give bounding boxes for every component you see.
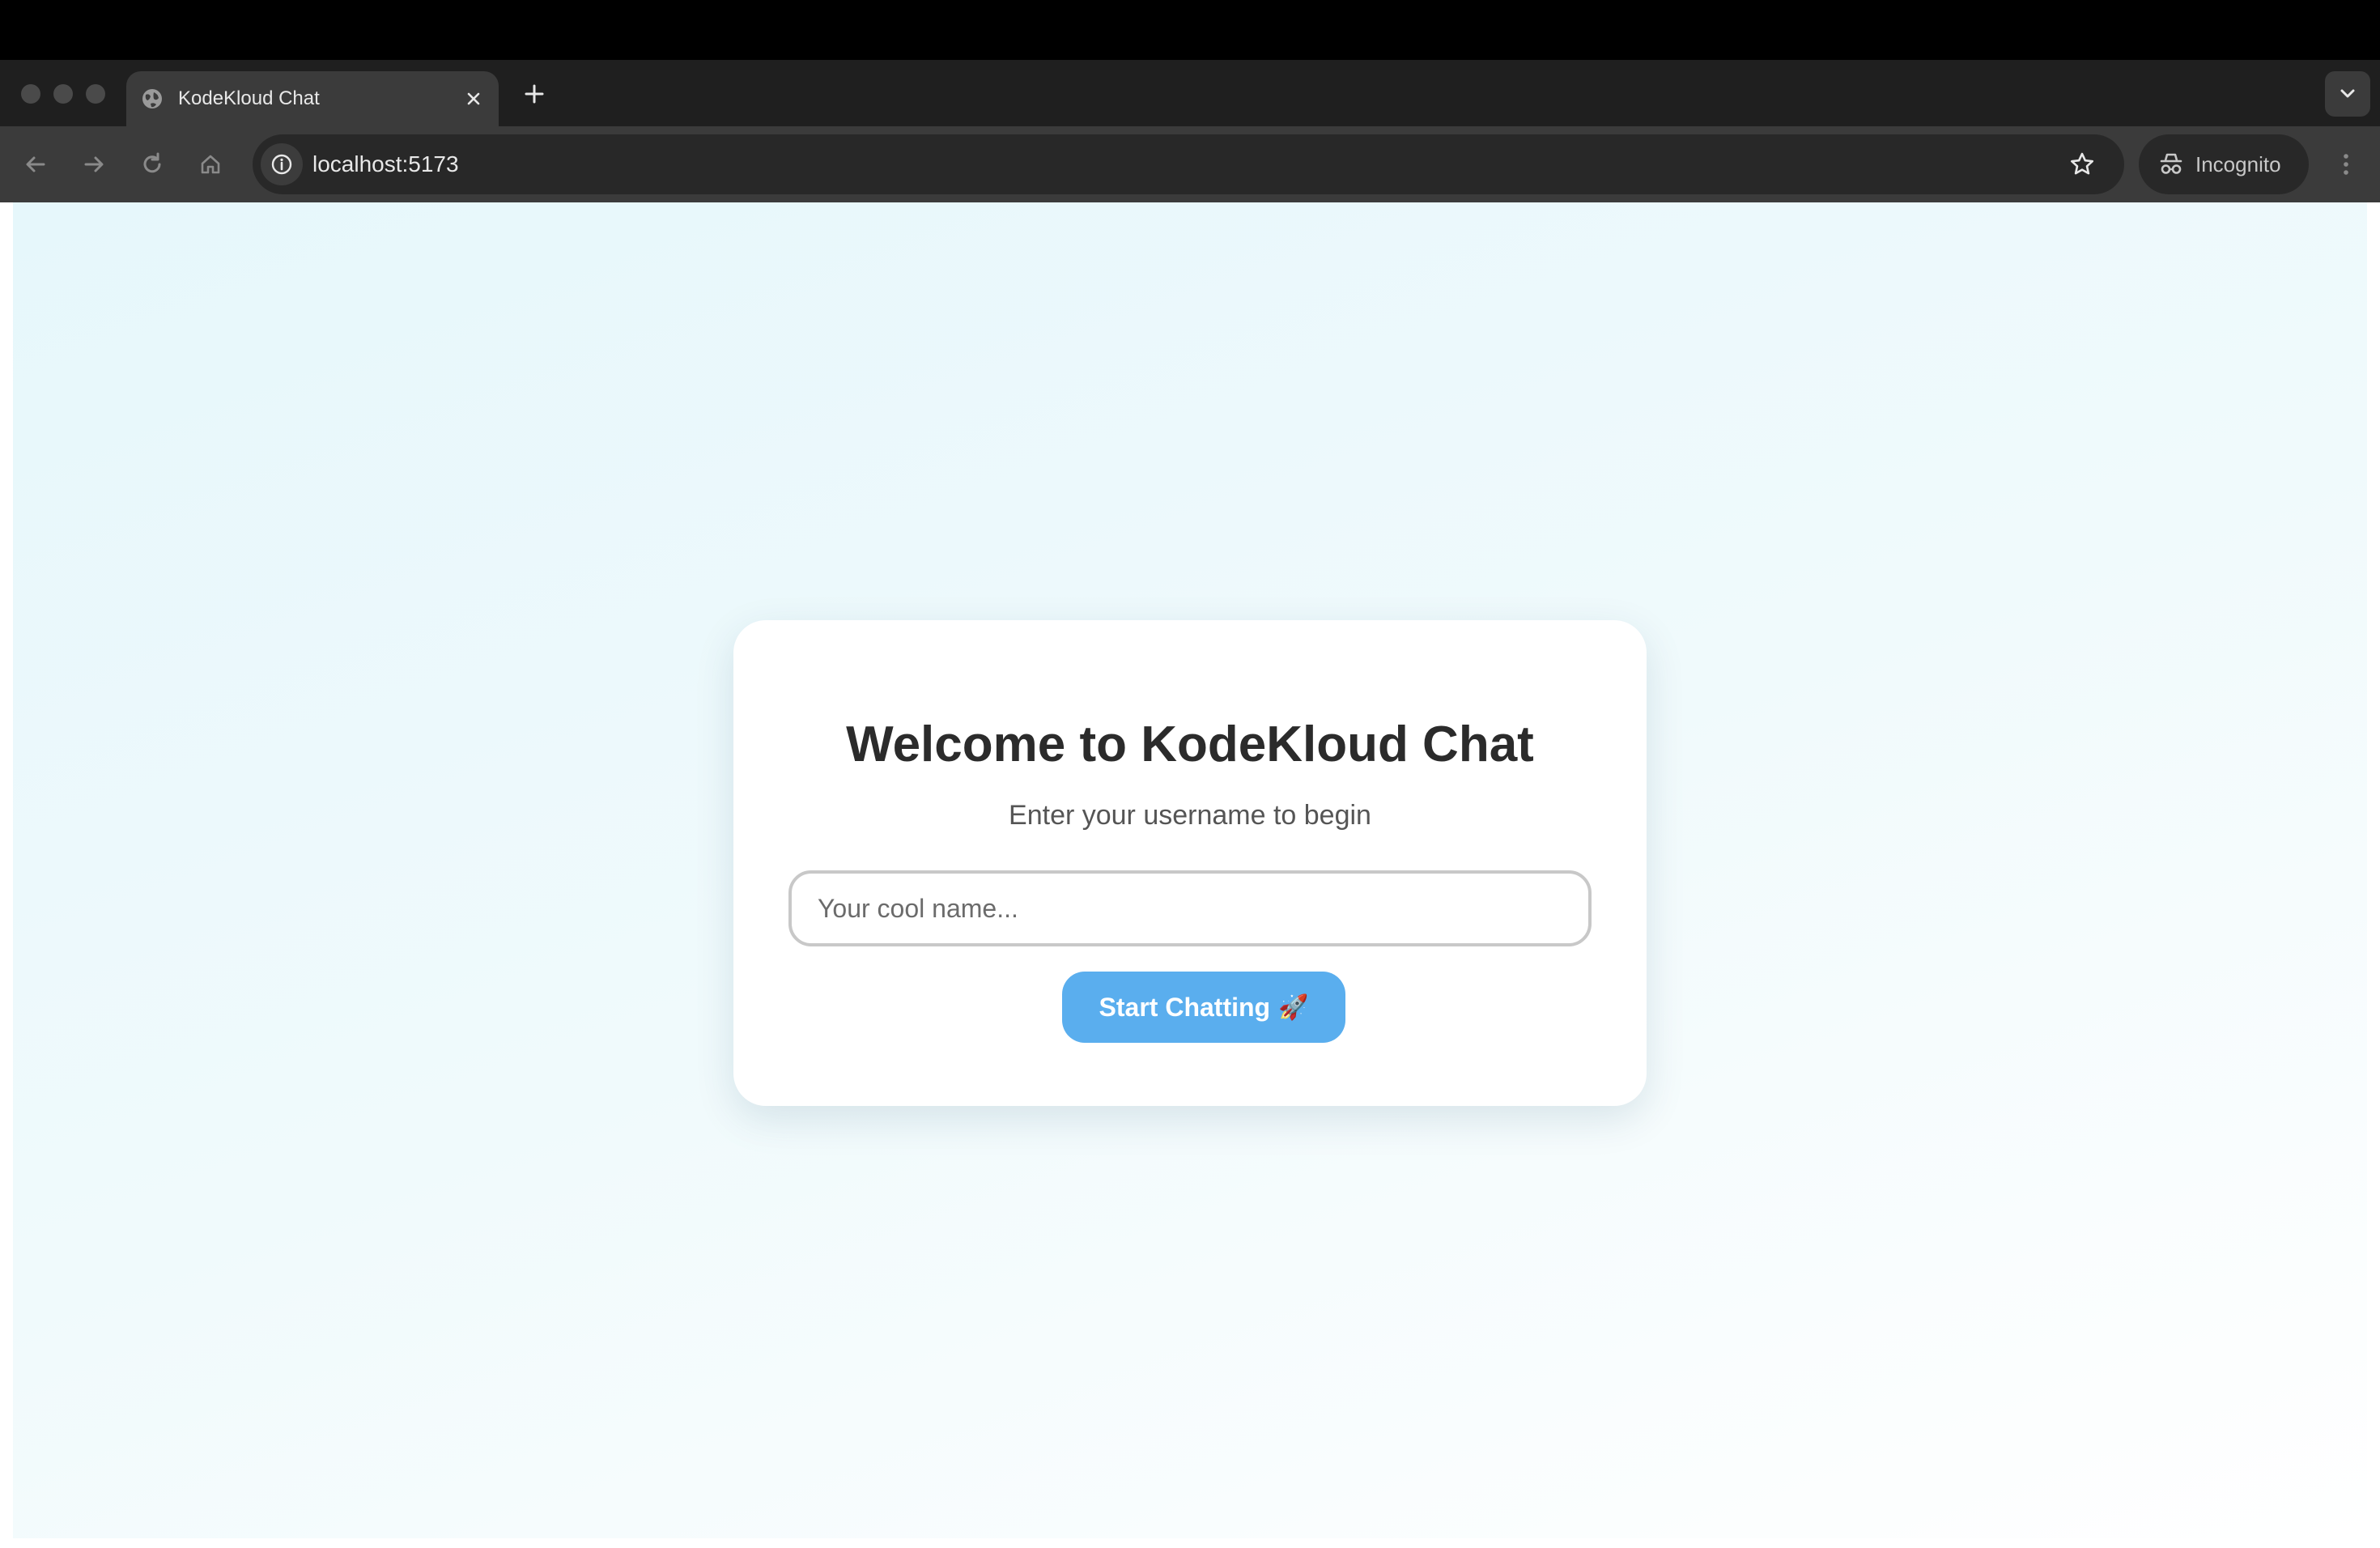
kebab-menu-icon[interactable] [2328, 147, 2364, 182]
close-icon[interactable] [460, 85, 487, 113]
globe-icon [142, 89, 162, 108]
login-card: Welcome to KodeKloud Chat Enter your use… [733, 620, 1647, 1106]
start-chatting-button[interactable]: Start Chatting 🚀 [1062, 972, 1345, 1043]
home-icon[interactable] [193, 147, 228, 182]
start-button-label: Start Chatting [1099, 992, 1271, 1022]
window-zoom-dot[interactable] [86, 84, 105, 104]
page-subtitle: Enter your username to begin [1009, 800, 1371, 831]
reload-icon[interactable] [134, 147, 170, 182]
browser-tab[interactable]: KodeKloud Chat [126, 71, 499, 126]
chevron-down-icon [2340, 89, 2355, 98]
page-title: Welcome to KodeKloud Chat [846, 717, 1534, 772]
star-icon[interactable] [2066, 148, 2098, 181]
url-text[interactable]: localhost:5173 [312, 134, 459, 194]
window-minimize-dot[interactable] [53, 84, 73, 104]
incognito-icon [2160, 153, 2182, 174]
site-info-button[interactable] [261, 143, 303, 185]
tab-search-button[interactable] [2325, 71, 2370, 117]
system-bar [0, 0, 2380, 60]
page-viewport: Welcome to KodeKloud Chat Enter your use… [13, 202, 2367, 1538]
info-icon [271, 154, 292, 175]
window-close-dot[interactable] [21, 84, 40, 104]
browser-chrome: KodeKloud Chat localhost:5173 Incognito [0, 60, 2380, 202]
plus-icon[interactable] [518, 78, 550, 110]
browser-toolbar: localhost:5173 Incognito [0, 126, 2380, 202]
address-bar[interactable]: localhost:5173 [253, 134, 2124, 194]
arrow-left-icon[interactable] [18, 147, 53, 182]
incognito-badge[interactable]: Incognito [2139, 134, 2309, 194]
screen: KodeKloud Chat localhost:5173 Incognito … [0, 0, 2380, 1548]
arrow-right-icon[interactable] [76, 147, 112, 182]
tab-strip: KodeKloud Chat [0, 60, 2380, 126]
tab-title: KodeKloud Chat [178, 87, 320, 109]
rocket-icon: 🚀 [1278, 993, 1309, 1021]
username-input[interactable] [788, 870, 1592, 946]
incognito-label: Incognito [2195, 152, 2281, 176]
